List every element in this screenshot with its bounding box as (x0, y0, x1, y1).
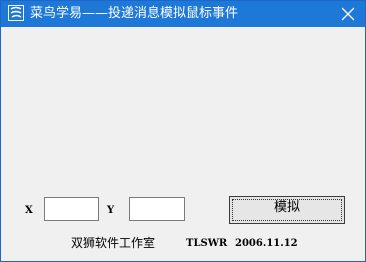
release-date: 2006.11.12 (235, 238, 298, 249)
x-input[interactable] (44, 197, 99, 221)
simulate-button[interactable]: 模拟 (229, 196, 345, 224)
client-area: X Y 模拟 双狮软件工作室 TLSWR 2006.11.12 (1, 27, 365, 261)
x-label: X (25, 205, 33, 216)
company-name: 双狮软件工作室 (71, 236, 156, 250)
title-bar[interactable]: 菜鸟学易——投递消息模拟鼠标事件 (1, 1, 365, 27)
y-input[interactable] (129, 197, 185, 221)
close-icon (341, 7, 355, 21)
y-label: Y (107, 205, 115, 216)
simulate-button-label: 模拟 (273, 200, 300, 215)
app-logo-icon (8, 5, 24, 21)
studio-code: TLSWR (186, 238, 228, 249)
app-window: 菜鸟学易——投递消息模拟鼠标事件 X Y 模拟 双狮软件工作室 TLSWR 20… (0, 0, 366, 262)
close-button[interactable] (331, 1, 365, 27)
window-title: 菜鸟学易——投递消息模拟鼠标事件 (30, 6, 239, 21)
